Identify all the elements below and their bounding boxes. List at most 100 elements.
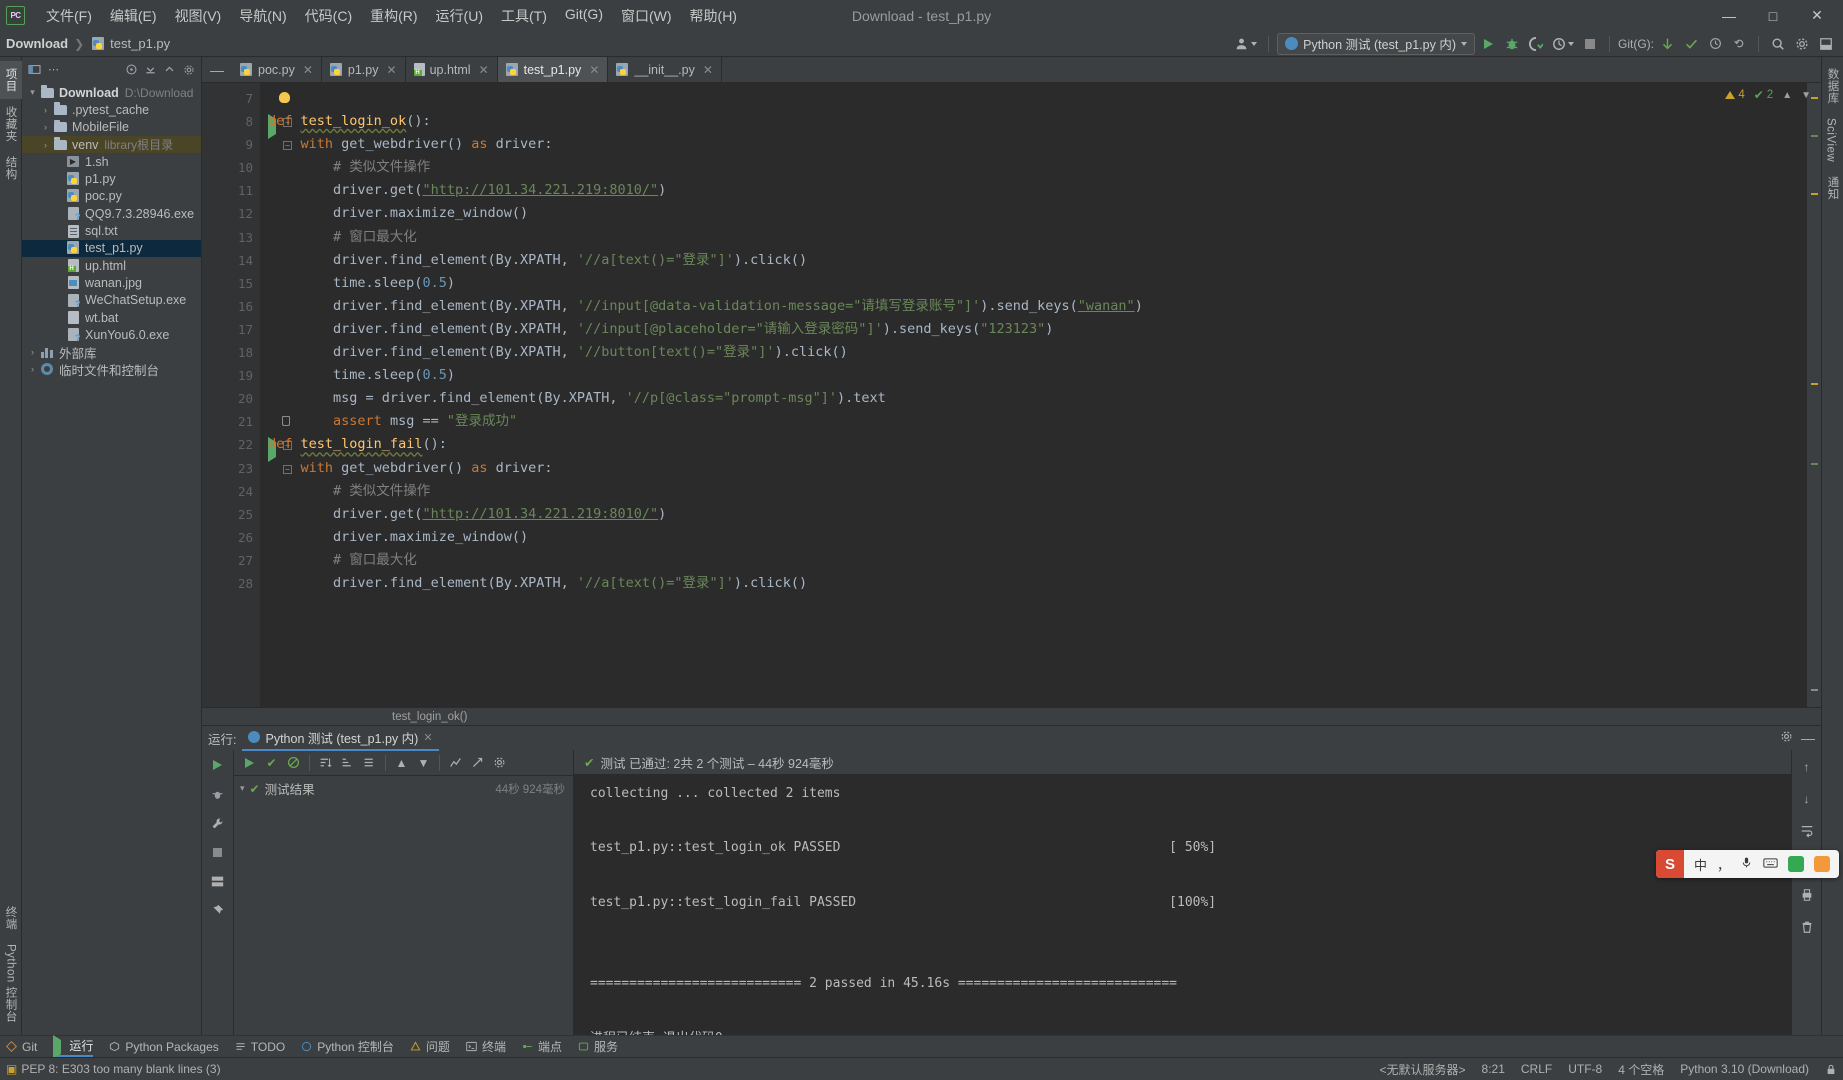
tree-item-1-sh[interactable]: ▶ 1.sh [22, 153, 201, 170]
run-panel-tab[interactable]: Python 测试 (test_p1.py 内) ✕ [242, 726, 439, 751]
tool-window-notifications[interactable]: 通知 [1822, 169, 1843, 207]
status-indent[interactable]: 4 个空格 [1618, 1061, 1664, 1078]
gutter-line-number[interactable]: 9− [202, 133, 292, 156]
status-encoding[interactable]: UTF-8 [1568, 1062, 1602, 1076]
menu-icon[interactable] [1814, 856, 1830, 872]
gutter-line-number[interactable]: 12 [202, 202, 260, 225]
status-server[interactable]: <无默认服务器> [1380, 1061, 1466, 1078]
ok-count[interactable]: ✔ 2 [1754, 88, 1773, 102]
soft-wrap-icon[interactable] [1798, 822, 1816, 840]
close-icon[interactable]: ✕ [387, 63, 397, 77]
chevron-right-icon[interactable]: › [39, 140, 52, 150]
gutter-line-number[interactable]: 15 [202, 272, 260, 295]
gutter-line-number[interactable]: 16 [202, 295, 260, 318]
gutter-line-number[interactable]: 27 [202, 549, 260, 572]
keyboard-icon[interactable] [1763, 857, 1778, 872]
run-console-output[interactable]: collecting ... collected 2 items test_p1… [574, 774, 1791, 1035]
tree-item-scratches-consoles[interactable]: › 临时文件和控制台 [22, 361, 201, 378]
editor-tab-poc-py[interactable]: poc.py ✕ [232, 57, 322, 82]
debug-rerun-icon[interactable] [209, 785, 227, 803]
tree-item-venv[interactable]: › venv library根目录 [22, 135, 201, 154]
code-line[interactable]: with get_webdriver() as driver: [260, 133, 1807, 156]
lock-icon[interactable] [1825, 1063, 1837, 1076]
tree-item-xunyou-exe[interactable]: XunYou6.0.exe [22, 326, 201, 343]
rerun-tests-icon[interactable] [240, 753, 259, 772]
chevron-right-icon[interactable]: › [39, 105, 52, 115]
debug-icon[interactable] [1501, 33, 1523, 55]
close-icon[interactable]: ✕ [479, 63, 489, 77]
search-icon[interactable] [1767, 33, 1789, 55]
menu-run[interactable]: 运行(U) [427, 3, 492, 29]
test-settings-icon[interactable] [490, 753, 509, 772]
wrench-icon[interactable] [209, 814, 227, 832]
scroll-up-icon[interactable]: ↑ [1798, 758, 1816, 776]
close-icon[interactable]: ✕ [589, 63, 599, 77]
test-results-root-row[interactable]: ▾ ✔ 测试结果 44秒 924毫秒 [234, 779, 573, 798]
print-icon[interactable] [1798, 886, 1816, 904]
tree-item-external-libraries[interactable]: › 外部库 [22, 343, 201, 361]
bottom-tab-run[interactable]: 运行 [53, 1034, 94, 1059]
minimize-button[interactable]: — [1707, 0, 1751, 31]
code-line[interactable]: assert msg == "登录成功" [260, 410, 1807, 433]
code-line[interactable]: # 类似文件操作 [260, 156, 1807, 179]
chevron-right-icon[interactable]: › [26, 347, 39, 357]
menu-window[interactable]: 窗口(W) [612, 3, 681, 29]
clear-all-icon[interactable] [1798, 918, 1816, 936]
gear-icon[interactable] [1791, 33, 1813, 55]
editor-right-markers[interactable] [1807, 83, 1821, 707]
menu-tools[interactable]: 工具(T) [492, 3, 556, 29]
gutter-line-number[interactable]: 7 [202, 87, 290, 110]
gutter-line-number[interactable]: 13 [202, 226, 260, 249]
test-results-tree[interactable]: ▾ ✔ 测试结果 44秒 924毫秒 [234, 776, 573, 1035]
bottom-tab-terminal[interactable]: 终端 [466, 1038, 506, 1055]
bottom-tab-todo[interactable]: TODO [235, 1040, 285, 1054]
tool-window-project[interactable]: 项目 [0, 61, 22, 99]
tree-item-up-html[interactable]: up.html [22, 257, 201, 274]
toggle-passed-icon[interactable] [284, 753, 303, 772]
tool-window-python-console[interactable]: Python 控制台 [0, 937, 22, 1030]
chevron-up-icon[interactable]: ▲ [1782, 90, 1792, 101]
code-line[interactable] [260, 87, 1807, 110]
tree-item-wt-bat[interactable]: wt.bat [22, 309, 201, 326]
gutter-line-number[interactable]: 22− [202, 433, 292, 463]
editor-tab-init-py[interactable]: __init__.py ✕ [608, 57, 722, 82]
menu-git[interactable]: Git(G) [556, 3, 612, 29]
gutter-line-number[interactable]: 10 [202, 156, 260, 179]
ime-toolbar[interactable]: S 中 ， [1655, 850, 1839, 878]
close-icon[interactable]: ✕ [303, 63, 313, 77]
toolbox-icon[interactable] [1788, 856, 1804, 872]
status-caret-position[interactable]: 8:21 [1482, 1062, 1505, 1076]
code-line[interactable]: driver.find_element(By.XPATH, '//a[text(… [260, 572, 1807, 595]
gutter-line-number[interactable]: 24 [202, 480, 260, 503]
stop-icon[interactable] [209, 843, 227, 861]
coverage-icon[interactable] [1525, 33, 1547, 55]
project-tree[interactable]: ▾ Download D:\Download › .pytest_cache › Mobil… [22, 82, 201, 1035]
tool-window-database[interactable]: 数据库 [1822, 61, 1843, 111]
editor-breadcrumb[interactable]: test_login_ok() [202, 707, 1821, 725]
code-line[interactable]: def test_login_ok(): [260, 110, 1807, 133]
editor-code-area[interactable]: def test_login_ok(): with get_webdriver(… [260, 83, 1807, 707]
tree-item-sql-txt[interactable]: sql.txt [22, 222, 201, 239]
bottom-tab-endpoints[interactable]: 端点 [522, 1038, 562, 1055]
bottom-tab-problems[interactable]: 问题 [410, 1038, 450, 1055]
gutter-line-number[interactable]: 11 [202, 179, 260, 202]
gutter-line-number[interactable]: 21 [202, 410, 290, 433]
hide-panel-icon[interactable] [161, 61, 178, 78]
code-line[interactable]: driver.find_element(By.XPATH, '//input[@… [260, 295, 1807, 318]
tree-item-p1-py[interactable]: p1.py [22, 170, 201, 187]
gutter-line-number[interactable]: 23− [202, 457, 292, 480]
more-options-icon[interactable]: ⋯ [45, 61, 62, 78]
gutter-line-number[interactable]: 20 [202, 387, 260, 410]
tool-window-favorites[interactable]: 收藏夹 [0, 99, 22, 149]
menu-edit[interactable]: 编辑(E) [101, 3, 166, 29]
menu-view[interactable]: 视图(V) [166, 3, 231, 29]
code-line[interactable]: driver.maximize_window() [260, 202, 1807, 225]
minimize-icon[interactable]: — [1801, 730, 1815, 746]
close-icon[interactable]: ✕ [423, 731, 432, 744]
chevron-down-icon[interactable]: ▼ [1801, 90, 1811, 101]
warning-count[interactable]: 4 [1725, 89, 1745, 101]
menu-code[interactable]: 代码(C) [296, 3, 361, 29]
gutter-line-number[interactable]: 19 [202, 364, 260, 387]
breadcrumb-project[interactable]: Download [6, 36, 68, 51]
code-line[interactable]: driver.find_element(By.XPATH, '//input[@… [260, 318, 1807, 341]
